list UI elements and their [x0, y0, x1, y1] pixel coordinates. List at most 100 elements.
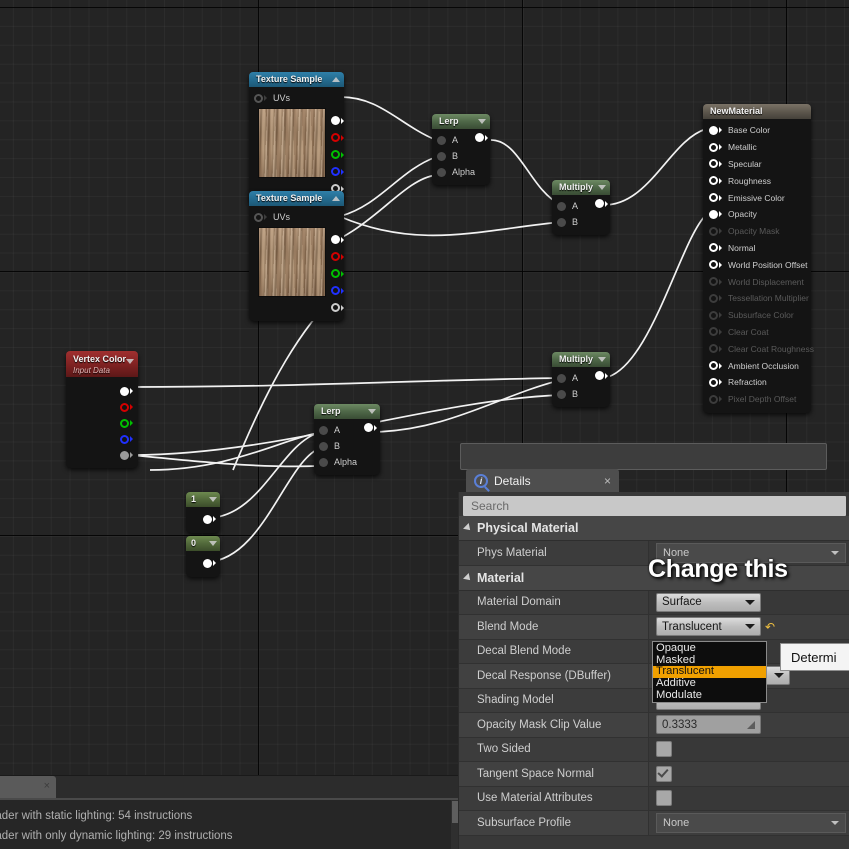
- material-input-pin[interactable]: [709, 209, 718, 219]
- output-pin-r[interactable]: [331, 133, 340, 142]
- material-pin-row[interactable]: Ambient Occlusion: [703, 357, 811, 374]
- row-material-domain[interactable]: Material Domain Surface: [459, 590, 849, 615]
- input-pin-icon[interactable]: [254, 212, 263, 222]
- output-pin[interactable]: [203, 514, 212, 524]
- row-opacity-mask-clip-value[interactable]: Opacity Mask Clip Value 0.3333: [459, 713, 849, 738]
- output-pin-rgb[interactable]: [120, 386, 129, 396]
- details-toolbar[interactable]: [460, 443, 827, 470]
- number-input-opacity-mask-clip[interactable]: 0.3333: [656, 715, 761, 735]
- stats-tab[interactable]: ×: [0, 776, 56, 798]
- output-pin-g[interactable]: [331, 150, 340, 159]
- material-pin-row[interactable]: Opacity Mask: [703, 223, 811, 240]
- row-blend-mode[interactable]: Blend Mode Translucent ↶: [459, 615, 849, 640]
- input-pin-icon[interactable]: [437, 151, 446, 161]
- material-input-pin[interactable]: [709, 394, 718, 404]
- material-pin-row[interactable]: Clear Coat Roughness: [703, 340, 814, 357]
- input-pin-icon[interactable]: [557, 389, 566, 399]
- category-physical-material[interactable]: Physical Material: [459, 516, 849, 541]
- chevron-down-icon[interactable]: [745, 624, 755, 630]
- chevron-down-icon[interactable]: [126, 359, 134, 364]
- property-value[interactable]: [649, 786, 849, 811]
- chevron-down-icon[interactable]: [774, 673, 784, 679]
- property-value[interactable]: [649, 762, 849, 787]
- material-input-pin[interactable]: [709, 159, 718, 169]
- texture-thumbnail[interactable]: [258, 227, 326, 297]
- chevron-down-icon[interactable]: [745, 599, 755, 605]
- input-pin-icon[interactable]: [319, 457, 328, 467]
- chevron-down-icon[interactable]: [831, 820, 839, 825]
- dropdown-option[interactable]: Modulate: [653, 689, 766, 702]
- chevron-up-icon[interactable]: [332, 77, 340, 82]
- reset-to-default-icon[interactable]: ↶: [765, 621, 775, 633]
- input-pin-icon[interactable]: [557, 201, 566, 211]
- material-input-pin[interactable]: [709, 226, 718, 236]
- chevron-up-icon[interactable]: [332, 196, 340, 201]
- material-input-pin[interactable]: [709, 310, 718, 320]
- output-pin-r[interactable]: [120, 402, 129, 412]
- combo-material-domain[interactable]: Surface: [656, 592, 761, 612]
- property-value[interactable]: None: [649, 811, 849, 836]
- node-header[interactable]: Lerp: [432, 114, 490, 129]
- pin-alpha[interactable]: Alpha: [432, 164, 490, 180]
- row-use-material-attributes[interactable]: Use Material Attributes: [459, 786, 849, 811]
- material-pin-row[interactable]: Tessellation Multiplier: [703, 290, 811, 307]
- drag-handle-icon[interactable]: [747, 720, 755, 729]
- output-pin[interactable]: [364, 423, 373, 432]
- node-vertex-color[interactable]: Vertex Color Input Data: [66, 351, 138, 468]
- chevron-down-icon[interactable]: [478, 119, 486, 124]
- tab-details[interactable]: i Details ×: [466, 469, 619, 493]
- material-pin-row[interactable]: Specular: [703, 156, 811, 173]
- node-constant-0[interactable]: 0: [186, 536, 220, 577]
- material-input-pin[interactable]: [709, 293, 718, 303]
- input-pin-icon[interactable]: [437, 167, 446, 177]
- material-input-pin[interactable]: [709, 176, 718, 186]
- checkbox-tangent-space-normal[interactable]: [656, 765, 672, 782]
- output-pin-g[interactable]: [331, 269, 340, 278]
- material-input-pin[interactable]: [709, 125, 718, 135]
- chevron-down-icon[interactable]: [209, 541, 217, 546]
- output-pin[interactable]: [475, 133, 484, 142]
- node-header[interactable]: 0: [186, 536, 220, 551]
- material-input-pin[interactable]: [709, 260, 718, 270]
- chevron-down-icon[interactable]: [209, 497, 217, 502]
- pin-b[interactable]: B: [314, 438, 380, 454]
- input-pin-icon[interactable]: [557, 373, 566, 383]
- property-value[interactable]: [649, 737, 849, 762]
- pin-alpha[interactable]: Alpha: [314, 454, 380, 470]
- material-input-pin[interactable]: [709, 327, 718, 337]
- material-input-pin[interactable]: [709, 243, 718, 253]
- output-pin[interactable]: [595, 199, 604, 208]
- node-multiply-2[interactable]: Multiply A B: [552, 352, 610, 407]
- dropdown-option[interactable]: Additive: [653, 677, 766, 690]
- material-pin-row[interactable]: Emissive Color: [703, 189, 811, 206]
- chevron-down-icon[interactable]: [598, 185, 606, 190]
- texture-thumbnail[interactable]: [258, 108, 326, 178]
- material-pin-row[interactable]: Pixel Depth Offset: [703, 391, 811, 408]
- node-constant-1[interactable]: 1: [186, 492, 220, 533]
- pin-b[interactable]: B: [552, 386, 610, 402]
- node-header[interactable]: Lerp: [314, 404, 380, 419]
- property-value[interactable]: Surface: [649, 590, 849, 615]
- material-input-pin[interactable]: [709, 193, 718, 203]
- input-pin-icon[interactable]: [319, 441, 328, 451]
- output-pin-rgb[interactable]: [331, 116, 340, 125]
- output-pin-g[interactable]: [120, 418, 129, 428]
- output-pin-b[interactable]: [331, 167, 340, 176]
- output-pin-a[interactable]: [120, 450, 129, 460]
- search-input[interactable]: Search: [463, 496, 846, 516]
- material-input-pin[interactable]: [709, 344, 718, 354]
- node-header[interactable]: Multiply: [552, 352, 610, 367]
- chevron-down-icon[interactable]: [368, 409, 376, 414]
- material-input-pin[interactable]: [709, 277, 718, 287]
- material-pin-row[interactable]: Refraction: [703, 374, 811, 391]
- node-header[interactable]: Multiply: [552, 180, 610, 195]
- material-pin-row[interactable]: World Displacement: [703, 273, 811, 290]
- material-input-pin[interactable]: [709, 377, 718, 387]
- node-multiply-1[interactable]: Multiply A B: [552, 180, 610, 235]
- output-pin-b[interactable]: [120, 434, 129, 444]
- output-pin-rgb[interactable]: [331, 235, 340, 244]
- pin-b[interactable]: B: [552, 214, 610, 230]
- output-pin[interactable]: [595, 371, 604, 380]
- material-pin-row[interactable]: Metallic: [703, 139, 811, 156]
- close-icon[interactable]: ×: [44, 780, 50, 792]
